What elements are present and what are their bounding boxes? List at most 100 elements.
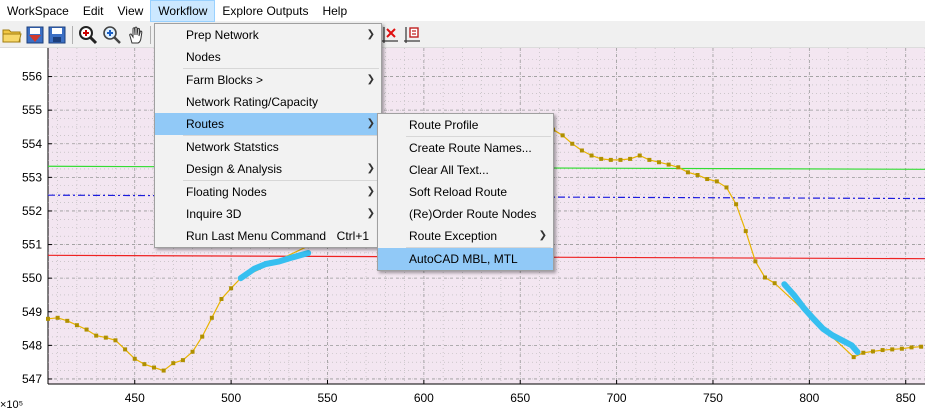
profile-node-marker bbox=[55, 315, 60, 320]
y-tick-label: 551 bbox=[22, 238, 42, 252]
menu-workflow[interactable]: Workflow bbox=[150, 0, 216, 22]
workflow-item-nodes[interactable]: Nodes bbox=[155, 46, 381, 68]
profile-node-marker bbox=[152, 365, 157, 370]
x-tick-label: 700 bbox=[607, 391, 627, 405]
profile-node-marker bbox=[695, 173, 700, 178]
chevron-right-icon: ❯ bbox=[366, 29, 375, 40]
profile-node-marker bbox=[734, 202, 739, 207]
y-tick-label: 554 bbox=[22, 137, 42, 151]
profile-node-marker bbox=[171, 361, 176, 366]
profile-node-marker bbox=[743, 229, 748, 234]
profile-node-marker bbox=[161, 368, 166, 373]
zoom-window-icon[interactable] bbox=[78, 25, 98, 45]
profile-node-marker bbox=[560, 133, 565, 138]
profile-node-marker bbox=[599, 156, 604, 161]
zoom-in-icon[interactable] bbox=[102, 25, 122, 45]
workflow-item-floating-nodes[interactable]: Floating Nodes ❯ bbox=[155, 181, 381, 203]
menu-explore-outputs[interactable]: Explore Outputs bbox=[215, 0, 315, 22]
y-tick-label: 549 bbox=[22, 305, 42, 319]
pan-hand-icon[interactable] bbox=[126, 25, 146, 45]
profile-node-marker bbox=[714, 179, 719, 184]
chevron-right-icon: ❯ bbox=[366, 208, 375, 219]
save-icon[interactable] bbox=[47, 25, 67, 45]
x-axis-exponent-label: ×10⁵ bbox=[0, 399, 23, 411]
profile-node-marker bbox=[666, 162, 671, 167]
y-tick-label: 552 bbox=[22, 204, 42, 218]
profile-node-marker bbox=[229, 286, 234, 291]
chevron-right-icon: ❯ bbox=[366, 186, 375, 197]
profile-node-marker bbox=[142, 362, 147, 367]
profile-node-marker bbox=[628, 156, 633, 161]
profile-node-marker bbox=[676, 165, 681, 170]
menu-workspace[interactable]: WorkSpace bbox=[0, 0, 76, 22]
save-as-icon[interactable] bbox=[25, 25, 45, 45]
profile-node-marker bbox=[772, 281, 777, 286]
profile-node-marker bbox=[870, 349, 875, 354]
profile-node-marker bbox=[103, 335, 108, 340]
profile-node-marker bbox=[909, 345, 914, 350]
shortcut-label: Ctrl+1 bbox=[336, 229, 369, 243]
workflow-item-routes[interactable]: Routes ❯ bbox=[155, 113, 381, 135]
chevron-right-icon: ❯ bbox=[366, 74, 375, 85]
x-tick-label: 600 bbox=[414, 391, 434, 405]
workflow-item-network-rating[interactable]: Network Rating/Capacity bbox=[155, 91, 381, 113]
y-tick-label: 550 bbox=[22, 271, 42, 285]
x-tick-label: 800 bbox=[799, 391, 819, 405]
toolbar-separator bbox=[150, 26, 151, 44]
routes-item-reorder-route-nodes[interactable]: (Re)Order Route Nodes bbox=[378, 203, 553, 225]
routes-item-route-exception[interactable]: Route Exception ❯ bbox=[378, 225, 553, 247]
x-tick-label: 450 bbox=[125, 391, 145, 405]
profile-node-marker bbox=[724, 185, 729, 190]
profile-node-marker bbox=[608, 157, 613, 162]
workflow-item-run-last-command[interactable]: Run Last Menu Command Ctrl+1 bbox=[155, 225, 381, 247]
profile-node-marker bbox=[899, 346, 904, 351]
profile-node-marker bbox=[763, 275, 768, 280]
x-tick-label: 850 bbox=[896, 391, 916, 405]
profile-node-marker bbox=[65, 318, 70, 323]
profile-node-marker bbox=[647, 157, 652, 162]
toolbar-separator bbox=[72, 26, 73, 44]
y-tick-label: 547 bbox=[22, 372, 42, 386]
chevron-right-icon: ❯ bbox=[366, 163, 375, 174]
routes-item-soft-reload-route[interactable]: Soft Reload Route bbox=[378, 181, 553, 203]
routes-item-create-route-names[interactable]: Create Route Names... bbox=[378, 137, 553, 159]
workflow-item-design-analysis[interactable]: Design & Analysis ❯ bbox=[155, 158, 381, 180]
profile-node-marker bbox=[880, 348, 885, 353]
profile-node-marker bbox=[46, 316, 50, 321]
routes-item-autocad-mbl-mtl[interactable]: AutoCAD MBL, MTL bbox=[378, 248, 553, 270]
routes-item-clear-all-text[interactable]: Clear All Text... bbox=[378, 159, 553, 181]
profile-node-marker bbox=[657, 160, 662, 165]
profile-node-marker bbox=[180, 358, 185, 363]
workflow-item-farm-blocks[interactable]: Farm Blocks > ❯ bbox=[155, 69, 381, 91]
routes-submenu: Route Profile Create Route Names... Clea… bbox=[377, 113, 554, 271]
open-folder-icon[interactable] bbox=[2, 25, 22, 45]
menu-help[interactable]: Help bbox=[315, 0, 354, 22]
x-tick-label: 650 bbox=[510, 391, 530, 405]
y-tick-label: 553 bbox=[22, 170, 42, 184]
profile-node-marker bbox=[190, 349, 195, 354]
y-tick-label: 555 bbox=[22, 103, 42, 117]
routes-item-route-profile[interactable]: Route Profile bbox=[378, 114, 553, 136]
profile-node-marker bbox=[637, 153, 642, 158]
profile-node-marker bbox=[570, 141, 575, 146]
profile-node-marker bbox=[123, 347, 128, 352]
workflow-item-network-statistics[interactable]: Network Statstics bbox=[155, 136, 381, 158]
toolbar bbox=[0, 22, 925, 48]
profile-node-marker bbox=[94, 333, 99, 338]
x-tick-label: 500 bbox=[221, 391, 241, 405]
profile-node-marker bbox=[113, 338, 118, 343]
menu-view[interactable]: View bbox=[111, 0, 151, 22]
profile-node-marker bbox=[618, 157, 623, 162]
workflow-item-inquire-3d[interactable]: Inquire 3D ❯ bbox=[155, 203, 381, 225]
insert-node-icon[interactable] bbox=[402, 25, 422, 45]
profile-node-marker bbox=[589, 153, 594, 158]
profile-node-marker bbox=[579, 148, 584, 153]
workflow-menu: Prep Network ❯ Nodes Farm Blocks > ❯ Netwo… bbox=[154, 23, 382, 248]
profile-node-marker bbox=[919, 344, 924, 349]
profile-node-marker bbox=[861, 350, 866, 355]
profile-node-marker bbox=[219, 296, 224, 301]
workflow-item-prep-network[interactable]: Prep Network ❯ bbox=[155, 24, 381, 46]
menu-edit[interactable]: Edit bbox=[76, 0, 111, 22]
delete-node-icon[interactable] bbox=[380, 25, 400, 45]
chevron-right-icon: ❯ bbox=[538, 230, 547, 241]
